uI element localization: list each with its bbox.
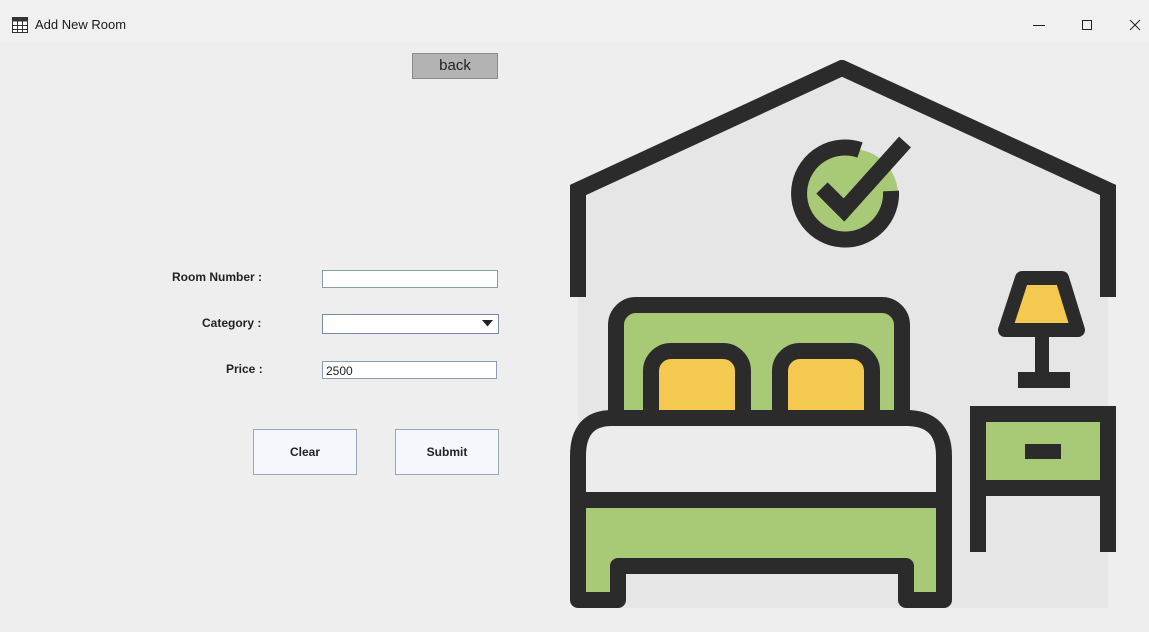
calendar-grid-icon xyxy=(12,17,28,33)
chevron-down-icon xyxy=(482,320,493,327)
maximize-icon xyxy=(1082,20,1092,30)
price-label: Price : xyxy=(226,362,263,376)
submit-button[interactable]: Submit xyxy=(395,429,499,475)
price-input[interactable]: 2500 xyxy=(322,361,497,379)
category-select[interactable] xyxy=(322,314,499,334)
window-title: Add New Room xyxy=(35,17,127,32)
room-number-label: Room Number : xyxy=(172,270,262,284)
bedroom-with-checkmark-illustration xyxy=(570,60,1116,608)
maximize-button[interactable] xyxy=(1073,12,1101,36)
clear-button[interactable]: Clear xyxy=(253,429,357,475)
category-dropdown-button[interactable] xyxy=(478,315,498,333)
back-button[interactable]: back xyxy=(412,53,498,79)
category-select-value[interactable] xyxy=(323,315,479,333)
minimize-button[interactable] xyxy=(1025,12,1053,36)
close-button[interactable] xyxy=(1121,12,1149,36)
close-icon xyxy=(1129,19,1141,31)
category-label: Category : xyxy=(202,316,262,330)
mattress xyxy=(570,410,952,508)
title-bar: Add New Room xyxy=(0,0,1149,42)
minimize-icon xyxy=(1033,25,1045,26)
room-number-input[interactable] xyxy=(322,270,498,288)
drawer-handle xyxy=(1025,444,1061,459)
